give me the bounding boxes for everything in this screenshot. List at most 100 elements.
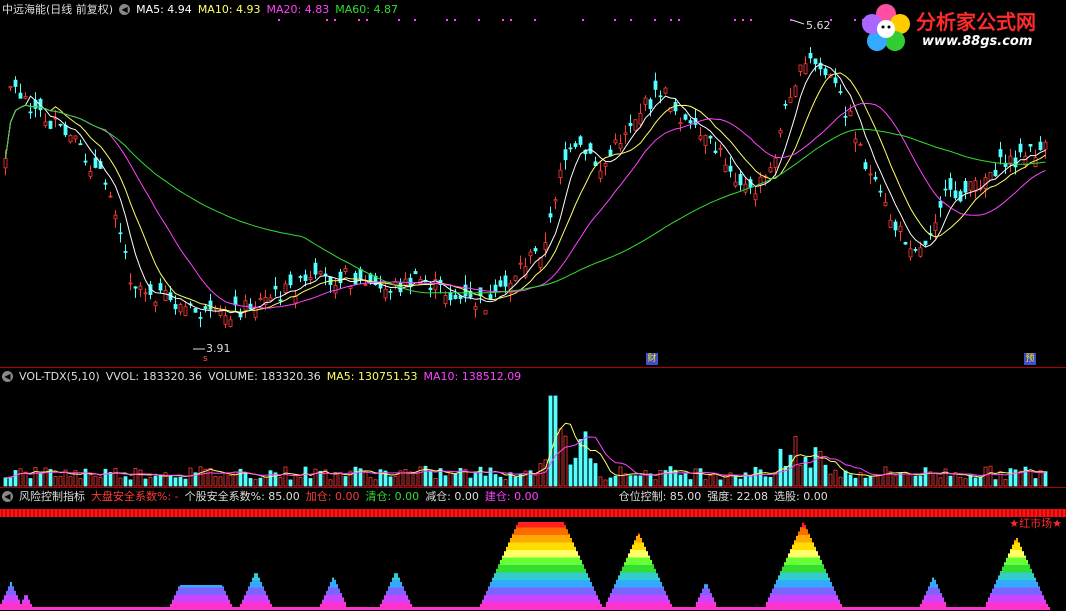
risk-area-segment [366,607,368,610]
risk-area-segment [922,602,924,610]
volume-chart[interactable] [0,368,1066,488]
risk-area-segment [654,595,656,603]
risk-area-segment [566,557,568,565]
risk-area-segment [840,604,842,610]
risk-area-segment [64,607,66,610]
candle-body [628,122,633,127]
risk-area-chart[interactable] [0,488,1066,611]
risk-area-segment [118,607,120,610]
risk-area-segment [1016,587,1018,595]
risk-area-segment [104,607,106,610]
risk-area-segment [822,587,824,595]
risk-area-segment [282,607,284,610]
risk-area-segment [798,580,800,588]
risk-area-segment [648,602,650,610]
risk-area-segment [524,572,526,580]
risk-area-segment [524,542,526,550]
risk-area-segment [646,580,648,588]
risk-area-segment [992,595,994,603]
risk-area-segment [140,607,142,610]
volume-bar [843,470,848,487]
risk-area-segment [792,565,794,573]
candle-body [678,122,683,125]
risk-area-segment [394,587,396,595]
risk-area-segment [694,607,696,610]
risk-area-segment [696,601,698,603]
risk-area-segment [614,587,616,595]
risk-area-segment [834,595,836,603]
financial-report-badge[interactable]: 财 [646,353,658,365]
risk-area-segment [86,607,88,610]
settings-circle-icon[interactable]: ◀ [2,491,13,502]
risk-area-segment [794,580,796,588]
risk-area-segment [346,607,348,610]
risk-area-segment [1016,572,1018,580]
risk-area-segment [800,602,802,610]
risk-area-segment [444,607,446,610]
risk-area-segment [154,607,156,610]
volume-bar [1043,471,1048,487]
risk-area-segment [552,527,554,535]
risk-area-segment [810,565,812,573]
candle-body [988,172,993,181]
risk-area-segment [780,571,782,573]
risk-area-segment [790,595,792,603]
settings-circle-icon[interactable]: ◀ [2,371,13,382]
risk-area-segment [562,602,564,610]
risk-area-segment [622,566,624,573]
risk-area-segment [516,595,518,603]
volume-bar [223,473,228,487]
risk-area-segment [828,577,830,580]
volume-bar [708,474,713,487]
risk-area-segment [650,565,652,573]
risk-area-segment [582,572,584,580]
risk-area-segment [820,560,822,565]
forecast-badge[interactable]: 预 [1024,353,1036,365]
risk-area-segment [814,546,816,550]
risk-area-segment [800,542,802,550]
risk-area-segment [494,602,496,610]
risk-area-segment [528,527,530,535]
risk-area-segment [534,557,536,565]
risk-area-segment [564,602,566,610]
risk-area-segment [242,599,244,603]
risk-area-segment [528,587,530,595]
risk-area-segment [574,557,576,565]
risk-area-segment [250,595,252,603]
risk-area-segment [538,565,540,573]
risk-area-segment [502,572,504,580]
risk-area-segment [208,587,210,595]
risk-area-segment [40,607,42,610]
risk-area-segment [394,595,396,603]
risk-area-segment [536,522,538,528]
risk-area-segment [616,602,618,610]
risk-area-segment [500,580,502,588]
risk-area-segment [1028,580,1030,588]
risk-area-segment [12,602,14,610]
risk-area-segment [404,602,406,610]
candle-body [573,143,578,148]
risk-area-segment [550,542,552,550]
risk-area-segment [536,550,538,558]
risk-area-segment [1034,602,1036,610]
risk-area-segment [1014,587,1016,595]
risk-area-segment [220,595,222,603]
volume-bar [288,479,293,487]
risk-area-segment [60,607,62,610]
settings-circle-icon[interactable]: ◀ [119,4,131,15]
risk-area-segment [54,607,56,610]
risk-area-segment [592,586,594,588]
risk-area-segment [544,557,546,565]
price-chart-panel[interactable]: 中远海能(日线 前复权) ◀ MA5: 4.94 MA10: 4.93 MA20… [0,0,1066,368]
volume-panel[interactable]: ◀ VOL-TDX(5,10) VVOL: 183320.36 VOLUME: … [0,368,1066,488]
candle-body [78,143,83,146]
risk-area-segment [526,522,528,528]
risk-control-panel[interactable]: ◀ 风险控制指标 大盘安全系数%: - 个股安全系数%: 85.00 加仓: 0… [0,488,1066,611]
risk-area-segment [496,572,498,580]
volume-value: VOLUME: 183320.36 [208,370,321,383]
risk-area-segment [824,602,826,610]
risk-area-segment [522,557,524,565]
risk-area-segment [578,595,580,603]
risk-area-segment [188,585,190,588]
risk-area-segment [598,599,600,603]
